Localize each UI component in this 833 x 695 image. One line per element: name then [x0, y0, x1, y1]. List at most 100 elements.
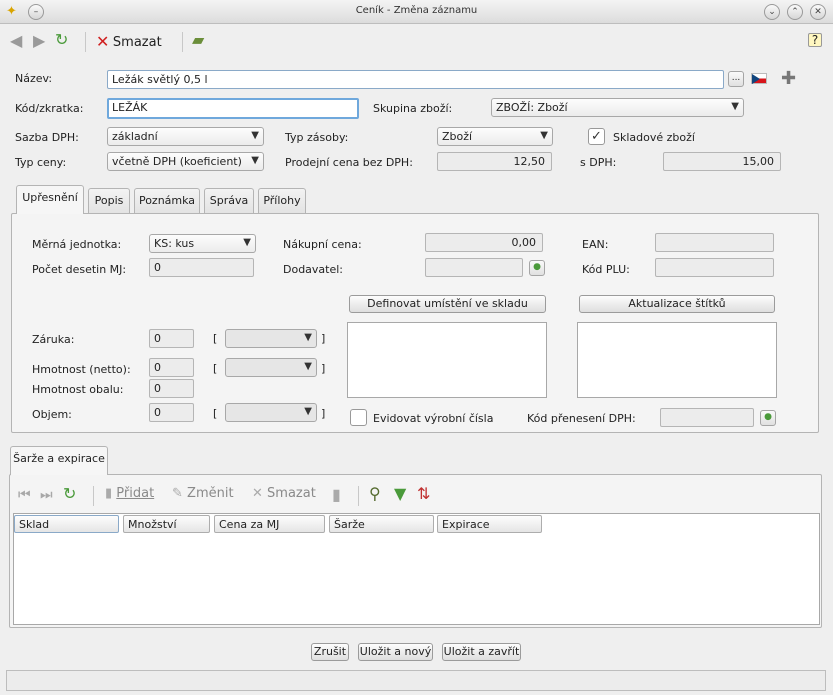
refresh-icon[interactable]: ↻ [55, 31, 68, 49]
zaruka-input[interactable]: 0 [149, 329, 194, 348]
back-icon[interactable]: ◀ [10, 32, 22, 50]
dodavatel-input[interactable] [425, 258, 523, 277]
typ-zasoby-label: Typ zásoby: [285, 131, 349, 144]
sort-icon[interactable]: ⇅ [417, 485, 430, 503]
ulozit-novy-button[interactable]: Uložit a nový [358, 643, 433, 661]
chevron-down-icon: ▼ [540, 130, 548, 141]
toolbar-separator [93, 486, 94, 506]
sazba-select[interactable]: základní ▼ [107, 127, 264, 146]
evidovat-label: Evidovat výrobní čísla [373, 412, 494, 425]
dodavatel-label: Dodavatel: [283, 263, 344, 276]
zaruka-close-bracket: ] [321, 332, 326, 345]
typ-ceny-value: včetně DPH (koeficient) [112, 155, 242, 168]
kod-plu-input[interactable] [655, 258, 774, 277]
ulozit-zavrit-button[interactable]: Uložit a zavřít [442, 643, 521, 661]
nakupni-input[interactable]: 0,00 [425, 233, 543, 252]
status-bar [6, 670, 826, 691]
chevron-down-icon: ▼ [251, 130, 259, 141]
aktualizace-stitku-button[interactable]: Aktualizace štítků [579, 295, 775, 313]
chevron-down-icon: ▼ [304, 332, 312, 343]
s-dph-label: s DPH: [580, 156, 617, 169]
delete-label: Smazat [112, 35, 162, 50]
s-dph-input[interactable]: 15,00 [663, 152, 781, 171]
delete-button[interactable]: ✕ Smazat [96, 32, 162, 52]
objem-unit-select[interactable]: ▼ [225, 403, 317, 422]
hmotnost-close-bracket: ] [321, 362, 326, 375]
prodejni-input[interactable]: 12,50 [437, 152, 552, 171]
tab-sarze[interactable]: Šarže a expirace [10, 446, 108, 475]
skladove-checkbox[interactable]: ✓ [588, 128, 605, 145]
zmenit-button[interactable]: ✎ Změnit [172, 486, 234, 501]
nazev-more-button[interactable]: ... [728, 71, 744, 87]
copy-icon[interactable]: ▮ [332, 486, 341, 504]
hmotnost-open-bracket: [ [213, 362, 218, 375]
prodejni-label: Prodejní cena bez DPH: [285, 156, 413, 169]
zaruka-open-bracket: [ [213, 332, 218, 345]
first-record-icon[interactable]: ⏮ [18, 486, 31, 504]
hmotnost-input[interactable]: 0 [149, 358, 194, 377]
desetin-input[interactable]: 0 [149, 258, 254, 277]
stitky-list[interactable] [577, 322, 777, 398]
chevron-down-icon: ▼ [304, 406, 312, 417]
tab-prilohy[interactable]: Přílohy [258, 188, 306, 214]
evidovat-checkbox[interactable] [350, 409, 367, 426]
definovat-umisteni-button[interactable]: Definovat umístění ve skladu [349, 295, 546, 313]
print-icon[interactable]: ▰ [192, 31, 204, 49]
edit-icon: ✎ [172, 486, 183, 501]
pridat-button[interactable]: ▮ Přidat [105, 486, 154, 501]
kod-plu-label: Kód PLU: [582, 263, 630, 276]
sarze-delete-button[interactable]: ✕ Smazat [252, 486, 316, 501]
minimize-button[interactable]: ⌄ [764, 4, 780, 20]
umisteni-list[interactable] [347, 322, 547, 398]
search-icon[interactable]: ⚲ [369, 485, 381, 503]
kod-input[interactable]: LEŽÁK [107, 98, 359, 119]
obal-input[interactable]: 0 [149, 379, 194, 398]
pridat-label: Přidat [116, 486, 155, 501]
chevron-down-icon: ▼ [243, 237, 251, 248]
objem-open-bracket: [ [213, 407, 218, 420]
add-icon[interactable]: ✚ [781, 68, 796, 89]
sazba-label: Sazba DPH: [15, 131, 79, 144]
zaruka-label: Záruka: [32, 333, 75, 346]
zrusit-button[interactable]: Zrušit [311, 643, 349, 661]
nazev-input[interactable]: Ležák světlý 0,5 l [107, 70, 724, 89]
ean-input[interactable] [655, 233, 774, 252]
tab-popis[interactable]: Popis [88, 188, 130, 214]
delete-icon: ✕ [96, 32, 110, 51]
window-title: Ceník - Změna záznamu [355, 5, 478, 16]
close-button[interactable]: ✕ [810, 4, 826, 20]
merna-select[interactable]: KS: kus ▼ [149, 234, 256, 253]
skupina-select[interactable]: ZBOŽÍ: Zboží ▼ [491, 98, 744, 117]
zaruka-unit-select[interactable]: ▼ [225, 329, 317, 348]
nakupni-label: Nákupní cena: [283, 238, 362, 251]
refresh-icon[interactable]: ↻ [63, 485, 76, 503]
tab-poznamka[interactable]: Poznámka [134, 188, 200, 214]
column-cena-za-mj[interactable]: Cena za MJ [214, 515, 325, 533]
typ-zasoby-select[interactable]: Zboží ▼ [437, 127, 553, 146]
czech-flag-icon[interactable] [751, 73, 767, 84]
column-sklad[interactable]: Sklad [14, 515, 119, 533]
chevron-down-icon: ▼ [731, 101, 739, 112]
column-expirace[interactable]: Expirace [437, 515, 542, 533]
kod-preneseni-search-button[interactable]: ● [760, 410, 776, 426]
sarze-delete-label: Smazat [267, 486, 316, 501]
hmotnost-label: Hmotnost (netto): [32, 363, 131, 376]
objem-input[interactable]: 0 [149, 403, 194, 422]
tab-sprava[interactable]: Správa [204, 188, 254, 214]
kod-preneseni-input[interactable] [660, 408, 754, 427]
title-bar: ✦ – Ceník - Změna záznamu ⌄ ⌃ ✕ [0, 0, 833, 24]
dodavatel-search-button[interactable]: ● [529, 260, 545, 276]
merna-label: Měrná jednotka: [32, 238, 122, 251]
typ-ceny-label: Typ ceny: [15, 156, 67, 169]
column-sarze[interactable]: Šarže [329, 515, 434, 533]
tab-upresneni[interactable]: Upřesnění [16, 185, 84, 214]
forward-icon[interactable]: ▶ [33, 32, 45, 50]
maximize-button[interactable]: ⌃ [787, 4, 803, 20]
filter-icon[interactable]: ▼ [394, 485, 406, 503]
typ-ceny-select[interactable]: včetně DPH (koeficient) ▼ [107, 152, 264, 171]
help-icon[interactable]: ? [808, 33, 822, 47]
column-mnozstvi[interactable]: Množství [123, 515, 210, 533]
last-record-icon[interactable]: ⏭ [40, 486, 53, 504]
hmotnost-unit-select[interactable]: ▼ [225, 358, 317, 377]
skupina-value: ZBOŽÍ: Zboží [496, 101, 568, 114]
